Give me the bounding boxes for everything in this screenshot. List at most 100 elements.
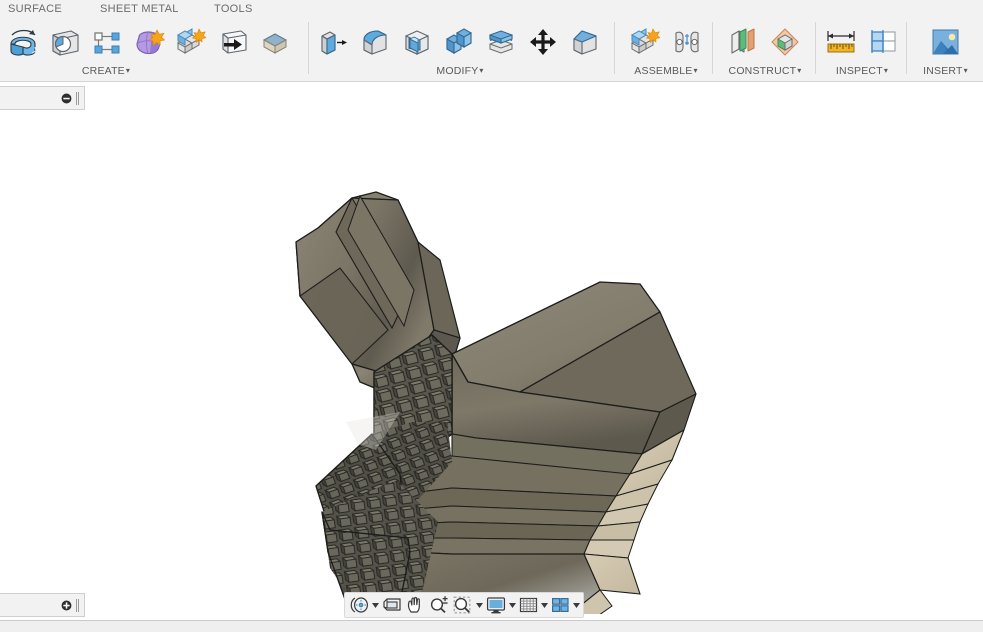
chevron-down-icon: ▾: [125, 66, 131, 75]
create-form-icon: [174, 27, 208, 57]
modify-chamfer-button[interactable]: [564, 20, 606, 64]
lattice-finned-cad-body: [295, 191, 697, 614]
sweep-icon: [49, 27, 81, 57]
pan-button[interactable]: [404, 594, 427, 616]
chevron-down-icon: [541, 602, 548, 608]
modify-press-pull-button[interactable]: [312, 20, 354, 64]
create-create-form-button[interactable]: [170, 20, 212, 64]
fillet-icon: [359, 27, 391, 57]
look-at-icon: [383, 598, 401, 611]
panel-construct-label[interactable]: CONSTRUCT▾: [716, 65, 814, 77]
modify-fillet-button[interactable]: [354, 20, 396, 64]
viewports-icon: [552, 597, 569, 613]
orbit-button[interactable]: [347, 594, 371, 616]
chevron-down-icon: ▾: [963, 66, 968, 75]
zoom-window-dropdown-caret[interactable]: [475, 602, 484, 608]
pan-hand-icon: [407, 596, 420, 613]
combine-icon: [443, 27, 475, 57]
orbit-icon: [350, 597, 369, 613]
panel-assemble-label[interactable]: ASSEMBLE▾: [620, 65, 712, 77]
move-copy-icon: [527, 27, 559, 57]
construct-offset-plane-button[interactable]: [722, 20, 764, 64]
boundary-fill-icon: [259, 27, 291, 57]
navigation-bar: [344, 592, 584, 618]
create-thicken-button[interactable]: [212, 20, 254, 64]
3d-viewport[interactable]: [0, 82, 983, 614]
section-analysis-icon: [867, 27, 899, 57]
chevron-down-icon: ▾: [797, 66, 802, 75]
panel-inspect-icons: [820, 20, 904, 64]
zoom-button[interactable]: [427, 594, 451, 616]
insert-decal-button[interactable]: [924, 20, 966, 64]
create-revolve-button[interactable]: [2, 20, 44, 64]
tab-tools[interactable]: TOOLS: [214, 3, 253, 15]
revolve-icon: [6, 27, 40, 57]
grid-snaps-button[interactable]: [517, 594, 540, 616]
new-component-icon: [628, 27, 662, 57]
panel-separator: [614, 22, 615, 74]
inspect-section-analysis-button[interactable]: [862, 20, 904, 64]
panel-create-icons: [2, 20, 296, 64]
chevron-down-icon: [476, 602, 483, 608]
status-bar: [0, 620, 983, 632]
chevron-down-icon: [573, 602, 580, 608]
model-fin-stack-upper: [399, 455, 674, 614]
rectangular-pattern-icon: [91, 27, 123, 57]
browser-resize-grip[interactable]: [75, 91, 81, 105]
shell-icon: [401, 27, 433, 57]
zoom-window-icon: [453, 596, 471, 614]
display-monitor-icon: [486, 597, 506, 614]
grid-icon: [519, 597, 538, 613]
chamfer-icon: [569, 27, 601, 57]
browser-collapsed-panel[interactable]: [0, 86, 85, 110]
panel-insert-label[interactable]: INSERT▾: [908, 65, 983, 77]
create-form-button[interactable]: [128, 20, 170, 64]
joint-icon: [671, 27, 703, 57]
chevron-down-icon: [372, 602, 379, 608]
look-at-button[interactable]: [380, 594, 404, 616]
orbit-dropdown-caret[interactable]: [371, 602, 380, 608]
panel-insert-icons: [924, 20, 966, 64]
chevron-down-icon: ▾: [883, 66, 889, 75]
assemble-new-component-button[interactable]: [624, 20, 666, 64]
construct-plane-at-angle-button[interactable]: [764, 20, 806, 64]
panel-separator: [815, 22, 816, 74]
modify-shell-button[interactable]: [396, 20, 438, 64]
modify-combine-button[interactable]: [438, 20, 480, 64]
minus-circle-icon[interactable]: [61, 93, 72, 104]
assemble-joint-button[interactable]: [666, 20, 708, 64]
panel-separator: [906, 22, 907, 74]
grid-snaps-dropdown-caret[interactable]: [540, 602, 549, 608]
panel-separator: [712, 22, 713, 74]
create-boundary-fill-button[interactable]: [254, 20, 296, 64]
ribbon: SURFACE SHEET METAL TOOLS CREATE▾ MODIFY…: [0, 0, 983, 82]
panel-insert: INSERT▾: [908, 20, 983, 81]
plus-circle-icon[interactable]: [61, 600, 72, 611]
display-settings-button[interactable]: [484, 594, 508, 616]
decal-image-icon: [929, 27, 961, 57]
zoom-window-button[interactable]: [451, 594, 475, 616]
display-settings-dropdown-caret[interactable]: [508, 602, 517, 608]
inspect-measure-button[interactable]: [820, 20, 862, 64]
timeline-collapsed-panel[interactable]: [0, 593, 85, 617]
modify-move-copy-button[interactable]: [522, 20, 564, 64]
create-sweep-button[interactable]: [44, 20, 86, 64]
panel-inspect-label[interactable]: INSPECT▾: [818, 65, 906, 77]
panel-modify-label[interactable]: MODIFY▾: [310, 65, 610, 77]
ribbon-panels: CREATE▾ MODIFY▾ ASSEMBLE▾ CONSTRUCT▾ INS…: [0, 20, 983, 81]
tab-sheet-metal[interactable]: SHEET METAL: [100, 3, 179, 15]
chevron-down-icon: [509, 602, 516, 608]
chevron-down-icon: ▾: [693, 66, 698, 75]
panel-separator: [308, 22, 309, 74]
timeline-resize-grip[interactable]: [75, 598, 81, 612]
panel-construct: CONSTRUCT▾: [716, 20, 814, 81]
panel-create-label[interactable]: CREATE▾: [0, 65, 212, 77]
create-pattern-button[interactable]: [86, 20, 128, 64]
tab-surface[interactable]: SURFACE: [8, 3, 62, 15]
ribbon-tab-strip: SURFACE SHEET METAL TOOLS: [0, 0, 983, 20]
press-pull-icon: [317, 27, 349, 57]
panel-create: CREATE▾: [0, 20, 288, 81]
modify-offset-face-button[interactable]: [480, 20, 522, 64]
viewports-dropdown-caret[interactable]: [572, 602, 581, 608]
viewports-button[interactable]: [549, 594, 572, 616]
